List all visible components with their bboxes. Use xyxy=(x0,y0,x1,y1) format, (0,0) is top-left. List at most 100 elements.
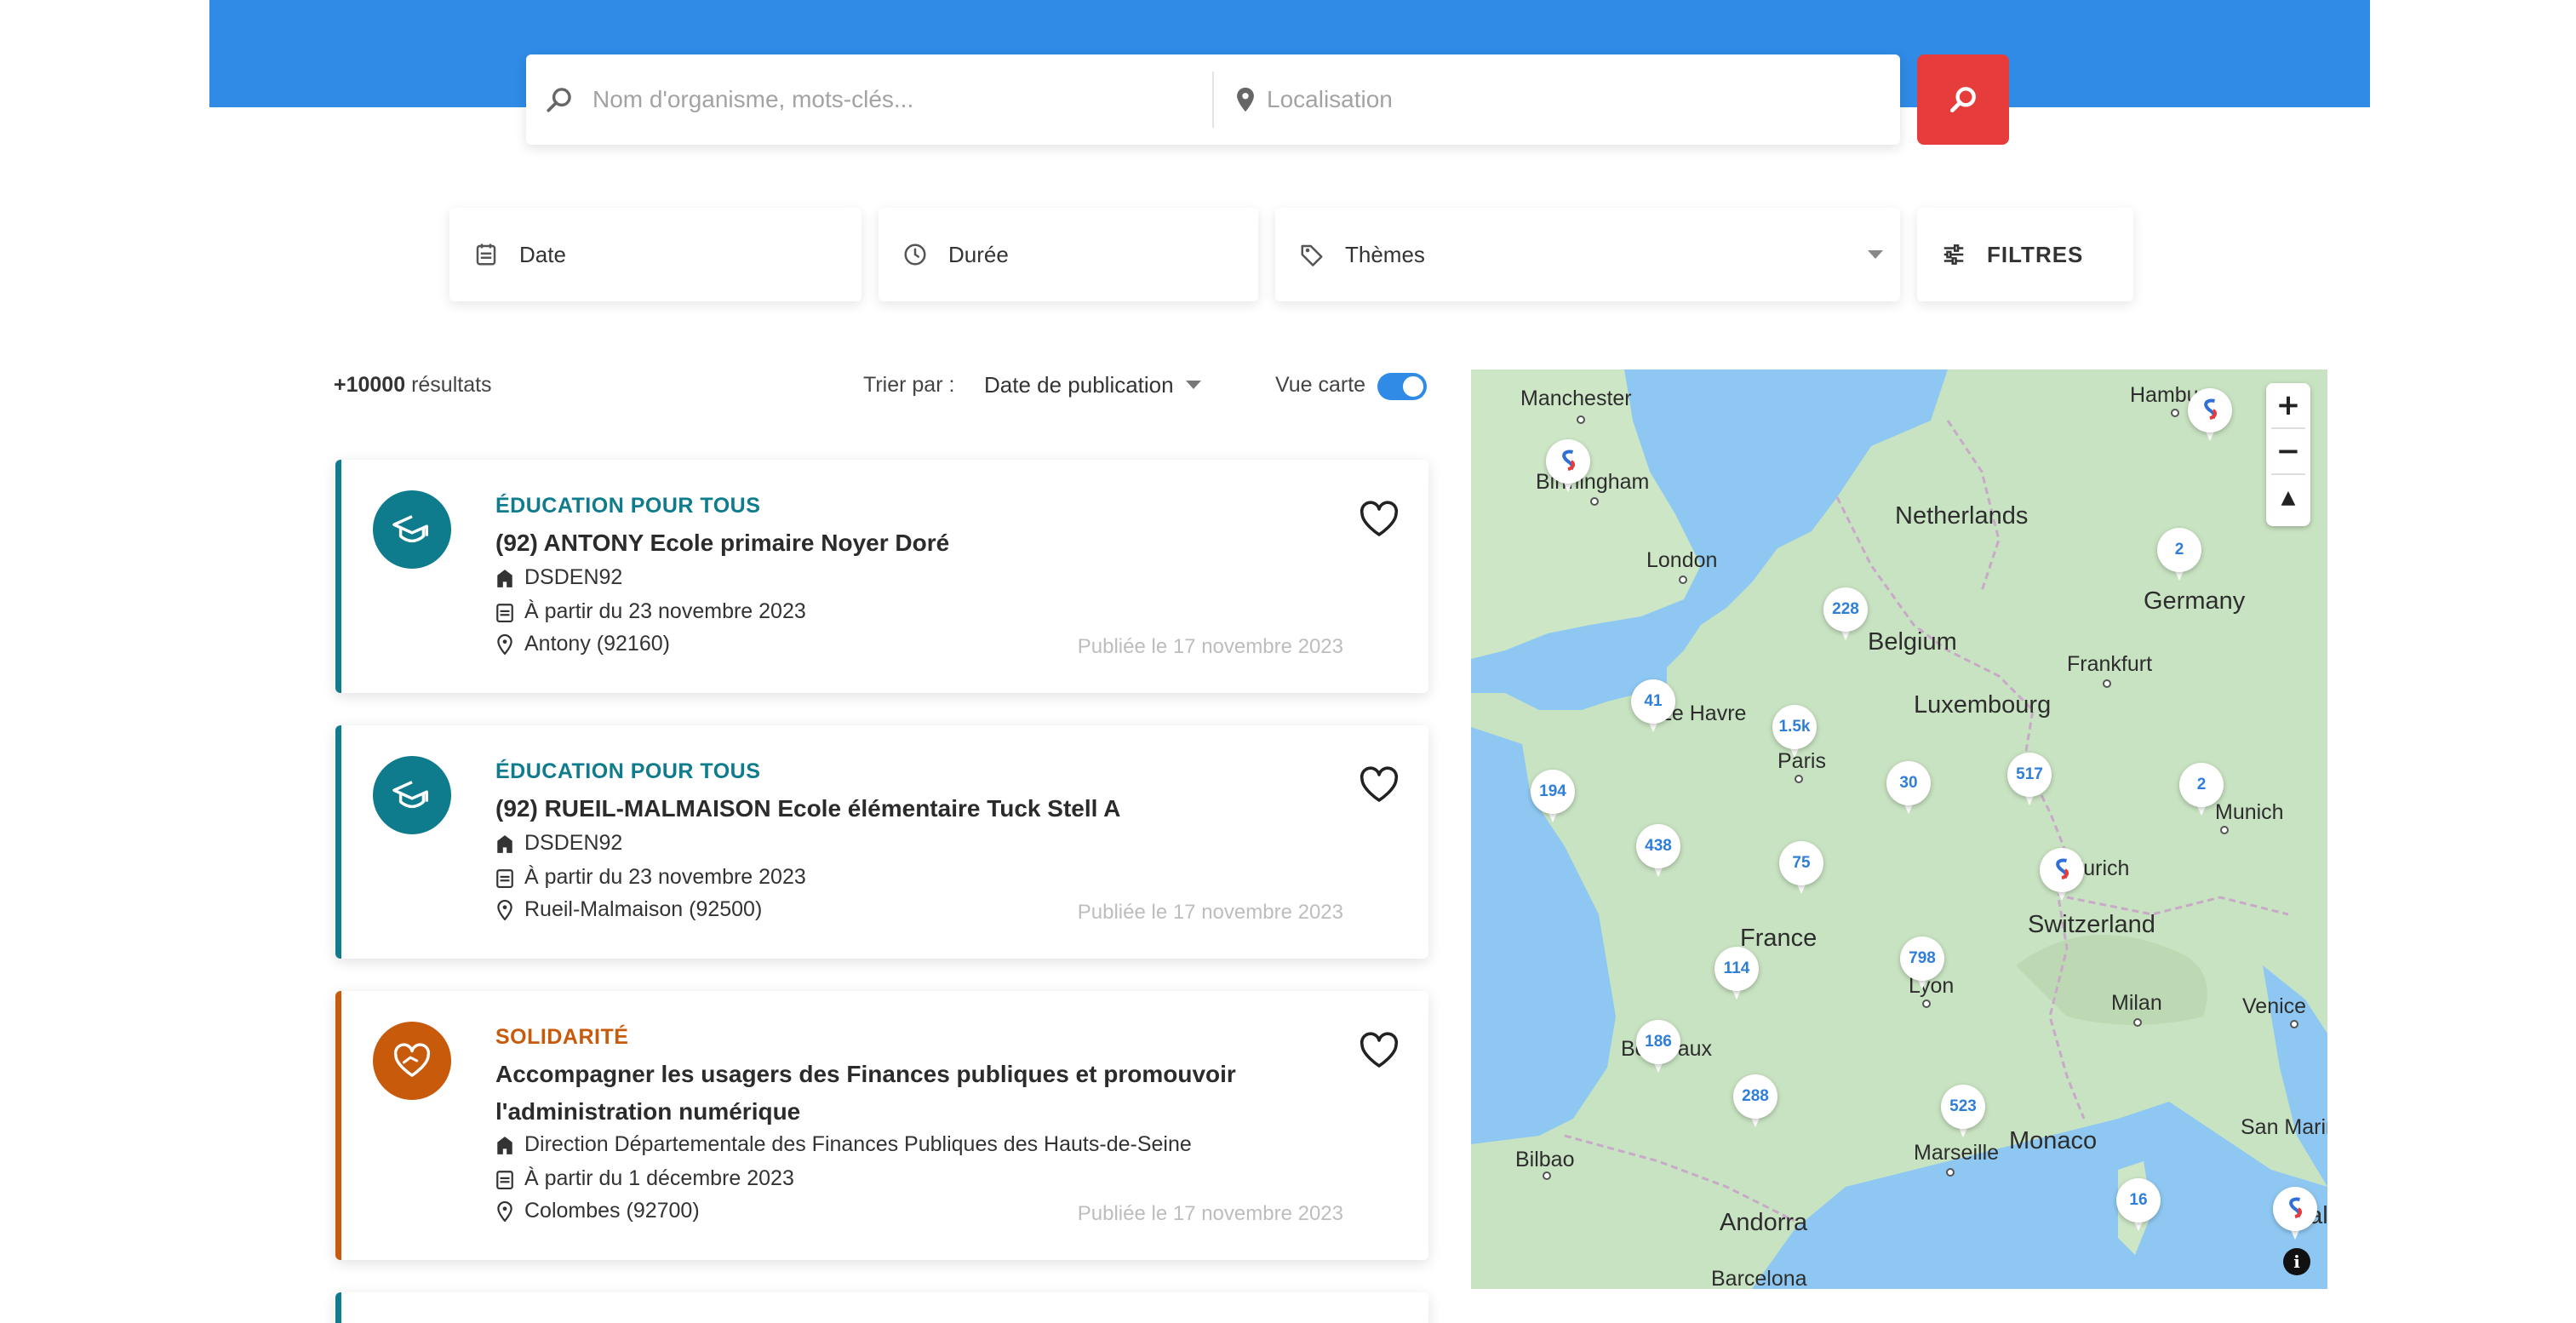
info-icon[interactable]: i xyxy=(2283,1248,2310,1275)
map-city-label: Switzerland xyxy=(2028,911,2155,938)
search-icon xyxy=(547,88,571,112)
sort-value: Date de publication xyxy=(984,371,1174,398)
brand-logo-icon xyxy=(2188,388,2232,432)
map-city-label: Germany xyxy=(2144,587,2246,615)
map-cluster-pin[interactable]: 228 xyxy=(1823,587,1868,640)
map-cluster-pin[interactable]: 2 xyxy=(2179,763,2224,816)
map-logo-pin[interactable] xyxy=(2273,1187,2317,1240)
map-cluster-pin[interactable]: 75 xyxy=(1779,841,1823,894)
card-location-text: Antony (92160) xyxy=(524,632,670,656)
map-view-label: Vue carte xyxy=(1275,373,1366,397)
map-cluster-pin[interactable]: 288 xyxy=(1733,1074,1777,1127)
sort-select[interactable]: Date de publication xyxy=(984,368,1201,402)
location-input[interactable] xyxy=(1267,54,1880,145)
card-published: Publiée le 17 novembre 2023 xyxy=(1077,901,1343,924)
cluster-count: 517 xyxy=(2007,753,2052,797)
card-theme: ÉDUCATION POUR TOUS xyxy=(495,759,761,783)
map-city-label: Monaco xyxy=(2009,1127,2098,1154)
duration-filter[interactable]: Durée xyxy=(879,208,1258,301)
map-logo-pin[interactable] xyxy=(2188,388,2232,441)
search-icon xyxy=(1949,87,1976,113)
sort-label: Trier par : xyxy=(863,373,955,397)
card-stripe xyxy=(335,1292,341,1323)
more-filters-button[interactable]: FILTRES xyxy=(1917,208,2133,301)
map-cluster-pin[interactable]: 186 xyxy=(1636,1020,1680,1073)
map-city-dot xyxy=(2171,409,2179,417)
map-city-dot xyxy=(1543,1171,1551,1180)
heart-hands-icon xyxy=(373,1022,451,1100)
location-pin-icon xyxy=(497,1200,512,1222)
cluster-count: 798 xyxy=(1900,936,1944,981)
map-cluster-pin[interactable]: 194 xyxy=(1531,770,1575,822)
card-start-text: À partir du 23 novembre 2023 xyxy=(524,865,806,889)
card-theme: ÉDUCATION POUR TOUS xyxy=(495,494,761,518)
brand-logo-icon xyxy=(2273,1187,2317,1231)
map-cluster-pin[interactable]: 41 xyxy=(1631,679,1675,732)
card-title[interactable]: (92) ANTONY Ecole primaire Noyer Doré xyxy=(495,524,1262,562)
map-cluster-pin[interactable]: 30 xyxy=(1886,761,1931,814)
calendar-icon xyxy=(476,243,496,266)
map-zoom-controls: + − ▲ xyxy=(2266,383,2310,526)
card-location: Antony (92160) xyxy=(495,632,670,656)
card-published: Publiée le 17 novembre 2023 xyxy=(1077,1202,1343,1225)
card-start-text: À partir du 1 décembre 2023 xyxy=(524,1166,794,1190)
results-map[interactable]: Manchester Birmingham London Hamburg Net… xyxy=(1471,369,2327,1289)
card-published: Publiée le 17 novembre 2023 xyxy=(1077,635,1343,658)
card-title[interactable]: Accompagner les usagers des Finances pub… xyxy=(495,1056,1262,1131)
card-location-text: Colombes (92700) xyxy=(524,1199,700,1223)
map-city-label: Frankfurt xyxy=(2067,652,2153,676)
map-city-label: Venice xyxy=(2242,994,2307,1018)
map-cluster-pin[interactable]: 517 xyxy=(2007,753,2052,805)
favorite-heart-icon[interactable] xyxy=(1359,1032,1400,1069)
cluster-count: 16 xyxy=(2116,1178,2161,1223)
cluster-count: 228 xyxy=(1823,587,1868,632)
card-stripe xyxy=(335,991,341,1260)
keywords-input[interactable] xyxy=(592,54,1188,145)
map-city-label: Manchester xyxy=(1520,387,1632,410)
location-pin-icon xyxy=(497,899,512,920)
favorite-heart-icon[interactable] xyxy=(1359,501,1400,538)
map-city-label: Milan xyxy=(2111,991,2162,1015)
map-cluster-pin[interactable]: 16 xyxy=(2116,1178,2161,1231)
cluster-count: 2 xyxy=(2179,763,2224,807)
map-logo-pin[interactable] xyxy=(1546,439,1590,492)
map-city-dot xyxy=(1590,497,1599,506)
map-view-toggle[interactable] xyxy=(1377,373,1427,400)
card-stripe xyxy=(335,725,341,959)
zoom-in-button[interactable]: + xyxy=(2266,383,2310,427)
map-cluster-pin[interactable]: 2 xyxy=(2157,528,2201,581)
map-cluster-pin[interactable]: 1.5k xyxy=(1772,705,1817,758)
map-cluster-pin[interactable]: 114 xyxy=(1714,947,1759,999)
search-divider xyxy=(1212,72,1214,128)
search-button[interactable] xyxy=(1917,54,2009,145)
mission-card[interactable] xyxy=(335,1292,1428,1323)
zoom-out-button[interactable]: − xyxy=(2266,429,2310,473)
favorite-heart-icon[interactable] xyxy=(1359,766,1400,804)
compass-button[interactable]: ▲ xyxy=(2266,475,2310,519)
map-cluster-pin[interactable]: 523 xyxy=(1941,1085,1985,1137)
date-filter[interactable]: Date xyxy=(449,208,862,301)
cluster-count: 75 xyxy=(1779,841,1823,885)
mission-card[interactable]: ÉDUCATION POUR TOUS (92) ANTONY Ecole pr… xyxy=(335,460,1428,693)
map-city-label: Bilbao xyxy=(1515,1148,1575,1171)
map-cluster-pin[interactable]: 438 xyxy=(1636,824,1680,877)
cluster-count: 288 xyxy=(1733,1074,1777,1119)
card-title[interactable]: (92) RUEIL-MALMAISON Ecole élémentaire T… xyxy=(495,790,1262,828)
themes-filter-label: Thèmes xyxy=(1345,241,1425,267)
themes-filter[interactable]: Thèmes xyxy=(1275,208,1900,301)
mission-card[interactable]: ÉDUCATION POUR TOUS (92) RUEIL-MALMAISON… xyxy=(335,725,1428,959)
map-city-label: Barcelona xyxy=(1711,1267,1807,1289)
card-start-date: À partir du 1 décembre 2023 xyxy=(495,1166,794,1191)
map-city-dot xyxy=(2103,679,2111,688)
map-city-dot xyxy=(1577,415,1585,424)
map-cluster-pin[interactable]: 798 xyxy=(1900,936,1944,989)
card-organization: Direction Départementale des Finances Pu… xyxy=(495,1132,1192,1157)
mission-card[interactable]: SOLIDARITÉ Accompagner les usagers des F… xyxy=(335,991,1428,1260)
card-organization: DSDEN92 xyxy=(495,565,622,590)
map-logo-pin[interactable] xyxy=(2040,848,2084,901)
map-city-dot xyxy=(2220,826,2229,834)
calendar-icon xyxy=(496,868,513,888)
map-city-dot xyxy=(1946,1168,1955,1177)
card-start-date: À partir du 23 novembre 2023 xyxy=(495,599,806,624)
calendar-icon xyxy=(496,603,513,622)
